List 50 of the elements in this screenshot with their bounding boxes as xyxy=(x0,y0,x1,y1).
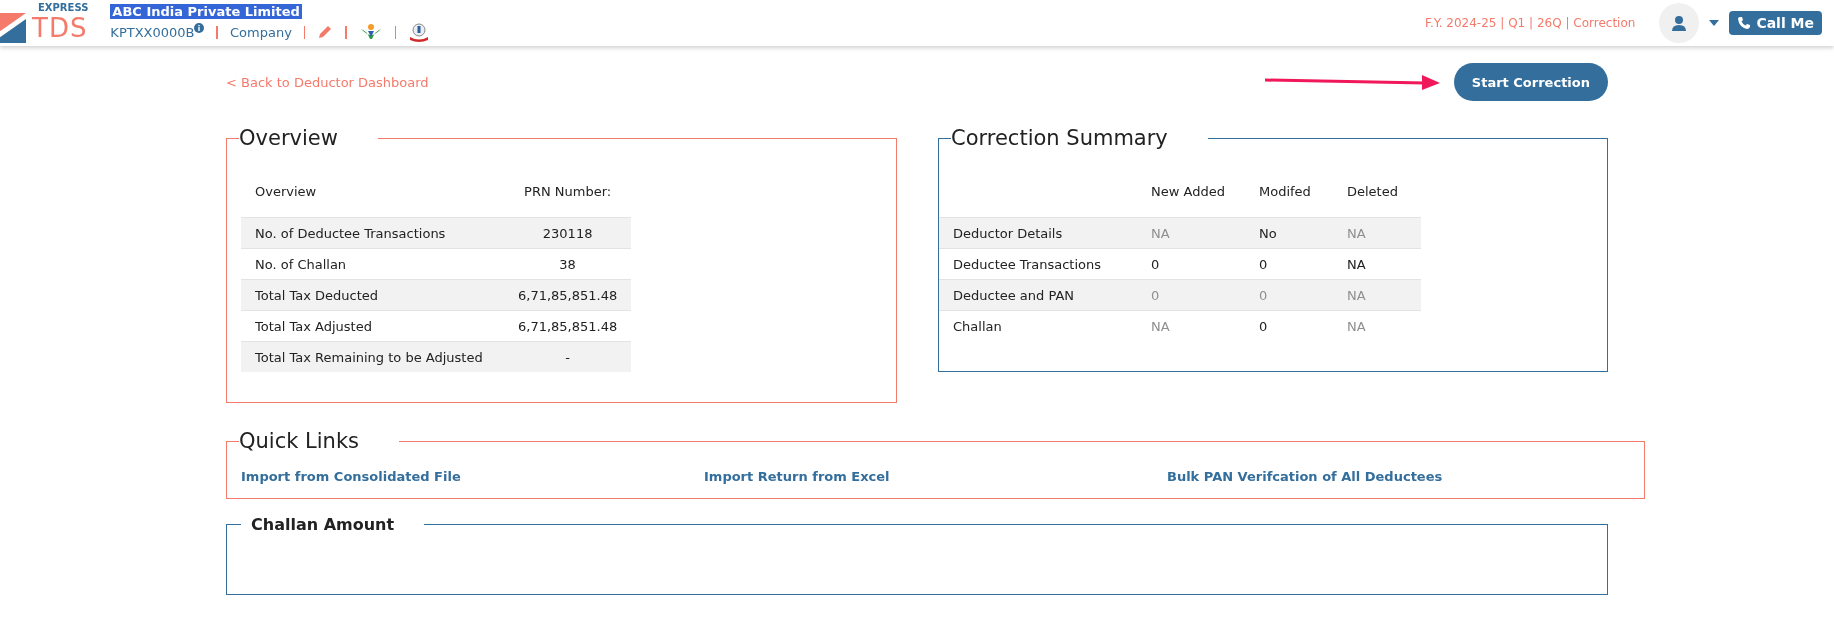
table-cell: NA xyxy=(1333,248,1421,280)
seal-icon[interactable] xyxy=(408,22,431,42)
table-cell: 6,71,85,851.48 xyxy=(504,310,632,342)
logo-text: EXPRESS xyxy=(38,3,89,13)
table-cell: Deductor Details xyxy=(939,217,1137,249)
table-cell: - xyxy=(504,341,632,372)
table-cell: 0 xyxy=(1137,248,1245,280)
column-header: Modifed xyxy=(1245,174,1333,218)
panel-title: Overview xyxy=(239,126,339,150)
table-cell: No xyxy=(1245,217,1333,249)
entity-type: Company xyxy=(230,24,292,40)
table-cell: No. of Challan xyxy=(241,248,504,280)
pencil-icon[interactable] xyxy=(317,24,334,40)
table-cell: 0 xyxy=(1137,279,1245,311)
column-header: New Added xyxy=(1137,174,1245,218)
table-cell: Deductee and PAN xyxy=(939,279,1137,311)
user-icon xyxy=(1671,15,1688,31)
table-cell: Total Tax Adjusted xyxy=(241,310,504,342)
panel-title: Quick Links xyxy=(239,429,360,453)
table-cell: 6,71,85,851.48 xyxy=(504,279,632,311)
table-cell: Total Tax Remaining to be Adjusted xyxy=(241,341,504,372)
table-cell: No. of Deductee Transactions xyxy=(241,217,504,249)
quick-link[interactable]: Import Return from Excel xyxy=(704,469,1167,484)
quick-link[interactable]: Bulk PAN Verifcation of All Deductees xyxy=(1167,469,1630,484)
column-header: Overview xyxy=(241,174,504,218)
call-me-button[interactable]: Call Me xyxy=(1729,11,1822,35)
table-cell: Deductee Transactions xyxy=(939,248,1137,280)
phone-icon xyxy=(1737,16,1752,30)
caret-icon[interactable] xyxy=(1709,20,1720,26)
panel-title: Challan Amount xyxy=(250,515,396,534)
table-cell: 230118 xyxy=(504,217,632,249)
table-cell: 0 xyxy=(1245,248,1333,280)
info-icon[interactable] xyxy=(194,23,205,33)
user-avatar[interactable] xyxy=(1659,3,1700,43)
start-correction-button[interactable]: Start Correction xyxy=(1453,63,1608,101)
table-cell: Total Tax Deducted xyxy=(241,279,504,311)
company-name: ABC India Private Limited xyxy=(110,4,302,19)
column-header: PRN Number: xyxy=(504,174,632,218)
column-header: Deleted xyxy=(1333,174,1421,218)
logo-text: TDS xyxy=(32,15,88,41)
table-cell: 38 xyxy=(504,248,632,280)
period-info: F.Y. 2024-25 | Q1 | 26Q | Correction xyxy=(1425,16,1636,30)
table-cell: NA xyxy=(1333,217,1421,249)
tan-number: KPTXX0000B xyxy=(110,24,195,40)
quick-link[interactable]: Import from Consolidated File xyxy=(241,469,704,484)
table-cell: 0 xyxy=(1245,279,1333,311)
back-link[interactable]: < Back to Deductor Dashboard xyxy=(226,74,429,90)
table-cell: NA xyxy=(1333,279,1421,311)
panel-title: Correction Summary xyxy=(951,126,1169,150)
table-cell: NA xyxy=(1137,217,1245,249)
